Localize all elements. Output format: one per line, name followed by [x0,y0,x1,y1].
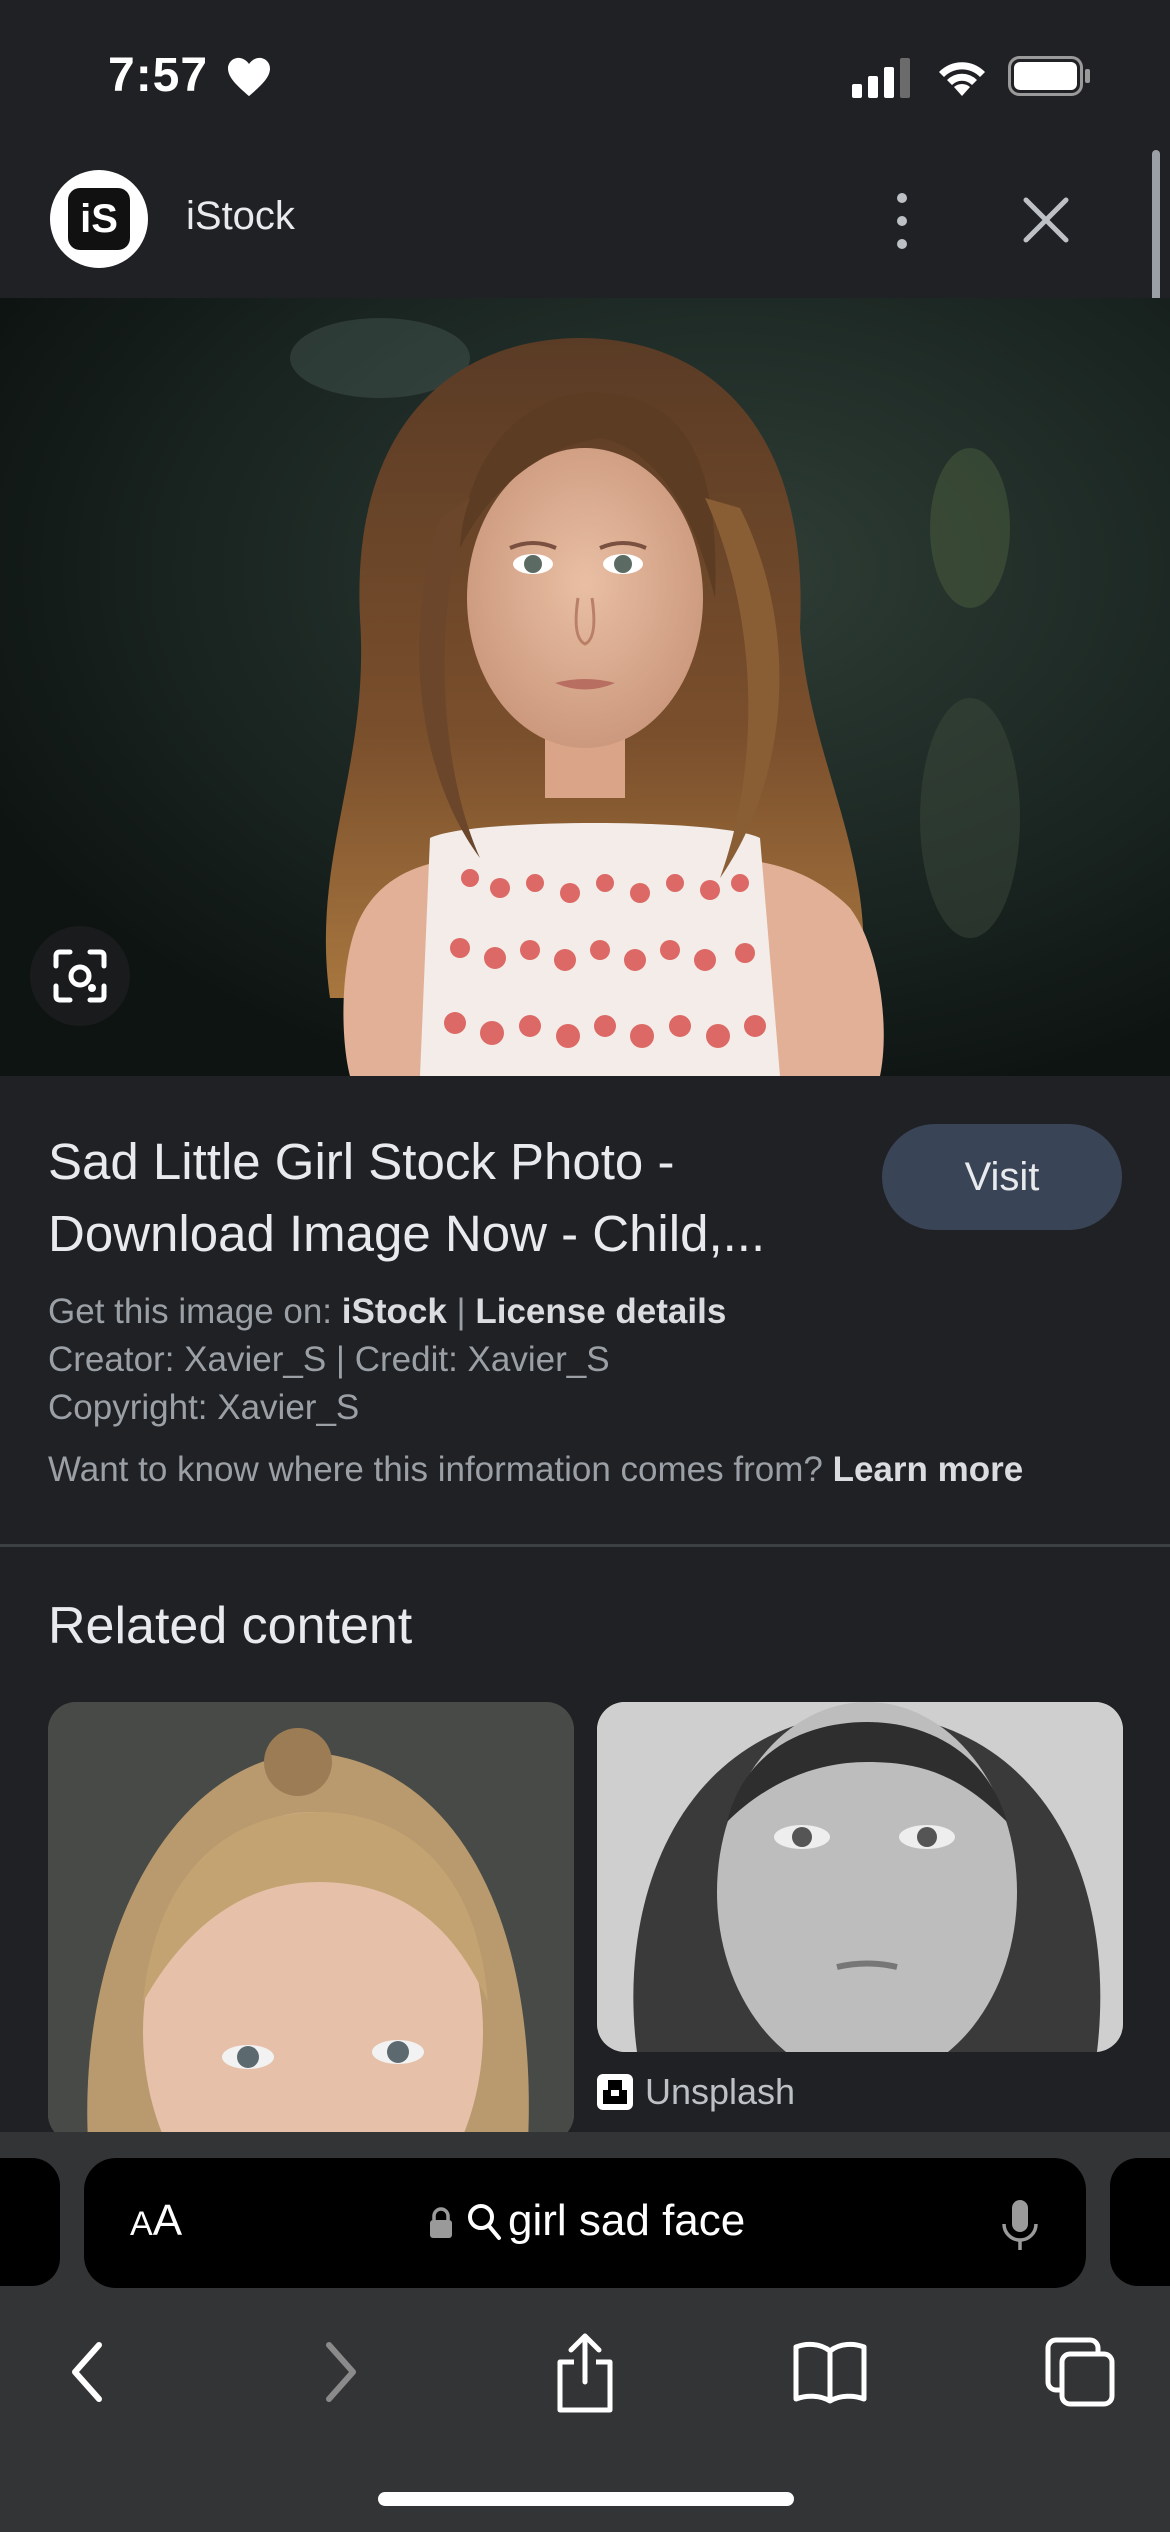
separator: | [446,1292,476,1331]
search-icon [468,2204,501,2240]
aa-large: A [152,2196,183,2245]
address-area: AA girl sad face [0,2132,1170,2302]
status-time: 7:57 [108,49,209,102]
share-icon [557,2333,613,2413]
site-logo[interactable]: iS [50,170,148,268]
learn-more-link[interactable]: Learn more [833,1450,1024,1489]
girl-portrait-image [0,298,1170,1076]
related-image-1[interactable] [48,1702,574,2142]
related-source-2[interactable]: Unsplash [597,2070,795,2114]
creator-line: Creator: Xavier_S | Credit: Xavier_S [48,1340,610,1379]
aa-small: A [130,2205,153,2243]
related-heading: Related content [48,1597,413,1655]
unsplash-icon [597,2074,633,2110]
chevron-left-icon [72,2342,102,2402]
more-vert-icon[interactable] [880,186,924,256]
wifi-icon [939,62,985,96]
site-name[interactable]: iStock [186,194,295,239]
heart-icon [228,57,270,97]
info-source-line: Want to know where this information come… [48,1450,1148,1490]
bookmarks-button[interactable] [790,2332,870,2412]
site-logo-mark: iS [68,188,130,250]
mic-icon[interactable] [1000,2198,1040,2254]
next-tab-preview[interactable] [1110,2158,1170,2286]
status-bar: 7:57 [0,0,1170,150]
get-image-line: Get this image on: iStock | License deta… [48,1292,1148,1332]
chevron-right-icon [326,2342,356,2402]
get-image-site-link[interactable]: iStock [342,1292,447,1331]
reader-aa-button[interactable]: AA [130,2196,182,2246]
related-image-2[interactable] [597,1702,1123,2052]
previous-tab-preview[interactable] [0,2158,60,2286]
share-button[interactable] [545,2322,625,2422]
lens-button[interactable] [30,926,130,1026]
forward-button[interactable] [300,2332,380,2412]
license-details-link[interactable]: License details [475,1292,726,1331]
address-query[interactable]: girl sad face [508,2196,745,2246]
info-question: Want to know where this information come… [48,1450,833,1489]
blonde-girl-image [48,1702,574,2142]
lens-icon [53,949,107,1003]
result-info: Sad Little Girl Stock Photo - Download I… [0,1076,1170,1546]
close-icon[interactable] [1016,190,1076,250]
tabs-button[interactable] [1040,2332,1120,2412]
lock-icon [430,2207,452,2238]
bw-girl-image [597,1702,1123,2052]
battery-icon [1008,56,1090,96]
source-name: Unsplash [645,2071,796,2112]
viewer-header: iS iStock [0,150,1170,298]
get-image-prefix: Get this image on: [48,1292,342,1331]
divider [0,1544,1170,1547]
copyright-line: Copyright: Xavier_S [48,1388,360,1427]
address-bar[interactable]: AA girl sad face [84,2158,1086,2288]
book-icon [793,2341,867,2404]
signal-icon [852,58,910,98]
result-title[interactable]: Sad Little Girl Stock Photo - Download I… [48,1126,848,1270]
tabs-icon [1045,2337,1115,2407]
visit-button[interactable]: Visit [882,1124,1122,1230]
preview-image[interactable] [0,298,1170,1076]
back-button[interactable] [48,2332,128,2412]
home-indicator[interactable] [378,2492,794,2506]
